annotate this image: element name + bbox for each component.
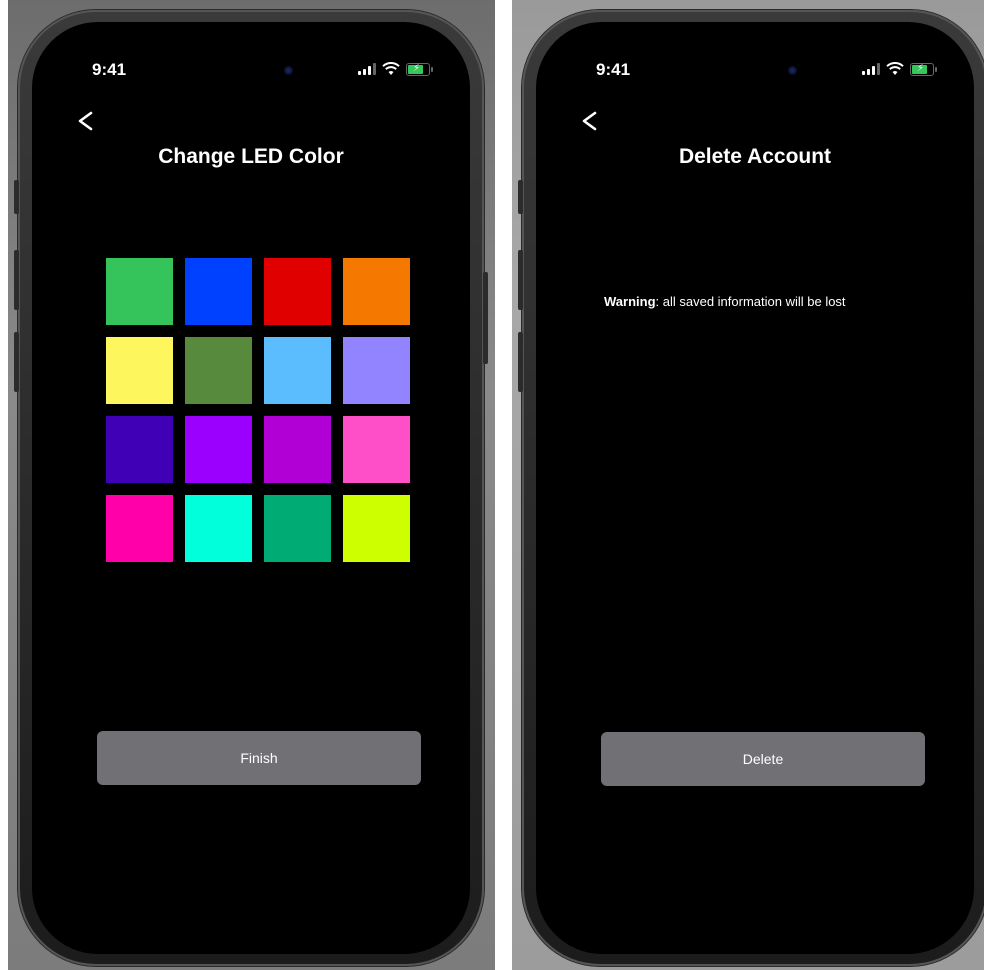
color-swatch-teal-green[interactable] [264,495,331,562]
page-title: Delete Account [678,145,832,168]
color-swatch-lime[interactable] [343,495,410,562]
status-icons: ⚡ [358,62,433,76]
back-chevron-icon[interactable] [76,110,96,132]
phone-frame: 9:41 ⚡ Change LED Color Finish [14,10,488,966]
mute-switch [518,180,523,214]
wifi-icon [382,62,400,75]
color-swatch-lavender[interactable] [343,337,410,404]
phone-screen: 9:41 ⚡ Delete Account Warning: all saved… [536,22,974,954]
volume-down-button [14,332,19,392]
camera-dot [284,66,293,75]
color-swatch-red[interactable] [264,258,331,325]
color-swatch-violet[interactable] [185,416,252,483]
color-swatch-indigo[interactable] [106,416,173,483]
wifi-icon [886,62,904,75]
color-swatch-green[interactable] [106,258,173,325]
volume-down-button [518,332,523,392]
cellular-signal-icon [358,63,376,75]
power-button [483,272,488,364]
phone-frame: 9:41 ⚡ Delete Account Warning: all saved… [518,10,984,966]
camera-dot [788,66,797,75]
color-swatch-orange[interactable] [343,258,410,325]
right-phone-panel: 9:41 ⚡ Delete Account Warning: all saved… [512,0,984,970]
volume-up-button [14,250,19,310]
volume-up-button [518,250,523,310]
color-swatch-magenta[interactable] [106,495,173,562]
color-swatch-yellow[interactable] [106,337,173,404]
left-phone-panel: 9:41 ⚡ Change LED Color Finish [8,0,495,970]
color-swatch-pink[interactable] [343,416,410,483]
color-swatch-purple[interactable] [264,416,331,483]
page-title: Change LED Color [158,145,344,168]
cellular-signal-icon [862,63,880,75]
color-swatch-light-blue[interactable] [264,337,331,404]
color-swatch-olive-green[interactable] [185,337,252,404]
warning-label: Warning [604,294,656,309]
battery-charging-icon: ⚡ [406,62,433,76]
back-chevron-icon[interactable] [580,110,600,132]
warning-message: Warning: all saved information will be l… [604,294,864,309]
warning-text: : all saved information will be lost [655,294,846,309]
battery-charging-icon: ⚡ [910,62,937,76]
status-icons: ⚡ [862,62,937,76]
led-color-grid [106,258,410,562]
status-time: 9:41 [596,60,631,79]
status-time: 9:41 [92,60,127,79]
mute-switch [14,180,19,214]
color-swatch-blue[interactable] [185,258,252,325]
finish-button[interactable]: Finish [97,731,421,785]
delete-button[interactable]: Delete [601,732,925,786]
phone-screen: 9:41 ⚡ Change LED Color Finish [32,22,470,954]
color-swatch-aqua[interactable] [185,495,252,562]
